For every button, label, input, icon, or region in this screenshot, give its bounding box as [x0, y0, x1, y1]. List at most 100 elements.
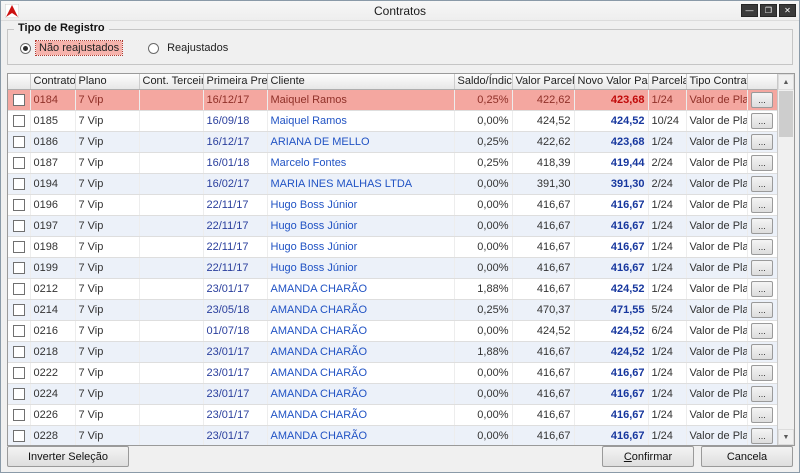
table-row[interactable]: 0228 7 Vip 23/01/17 AMANDA CHARÃO 0,00% …	[8, 425, 778, 445]
row-checkbox[interactable]	[13, 93, 25, 106]
header-row: Contrato Plano Cont. Terceiro Primeira P…	[8, 74, 778, 90]
row-detail-button[interactable]: ...	[751, 112, 773, 129]
cell-valor-parcela: 424,52	[512, 110, 575, 132]
row-checkbox[interactable]	[13, 114, 25, 127]
cell-valor-parcela: 418,39	[512, 152, 575, 174]
cell-cont-terceiro	[139, 89, 204, 111]
column-header-saldo-indice[interactable]: Saldo/Índice	[454, 74, 513, 90]
row-detail-button[interactable]: ...	[751, 301, 773, 318]
row-detail-button[interactable]: ...	[751, 364, 773, 381]
row-checkbox[interactable]	[13, 177, 25, 190]
table-row[interactable]: 0186 7 Vip 16/12/17 ARIANA DE MELLO 0,25…	[8, 131, 778, 153]
row-detail-button[interactable]: ...	[751, 196, 773, 213]
vertical-scrollbar[interactable]: ▲ ▼	[777, 74, 794, 445]
column-header-cliente[interactable]: Cliente	[267, 74, 455, 90]
column-header-cont-terceiro[interactable]: Cont. Terceiro	[139, 74, 204, 90]
cell-parcelas: 1/24	[648, 215, 687, 237]
scroll-up-icon[interactable]: ▲	[778, 74, 794, 90]
cell-plano: 7 Vip	[75, 362, 140, 384]
cell-cont-terceiro	[139, 236, 204, 258]
cell-saldo-indice: 0,00%	[454, 425, 513, 445]
row-detail-button[interactable]: ...	[751, 259, 773, 276]
table-row[interactable]: 0222 7 Vip 23/01/17 AMANDA CHARÃO 0,00% …	[8, 362, 778, 384]
row-checkbox[interactable]	[13, 261, 25, 274]
table-row[interactable]: 0199 7 Vip 22/11/17 Hugo Boss Júnior 0,0…	[8, 257, 778, 279]
maximize-icon[interactable]: ❐	[760, 4, 777, 17]
table-row[interactable]: 0218 7 Vip 23/01/17 AMANDA CHARÃO 1,88% …	[8, 341, 778, 363]
table-row[interactable]: 0187 7 Vip 16/01/18 Marcelo Fontes 0,25%…	[8, 152, 778, 174]
radio-reajustados[interactable]: Reajustados	[148, 41, 231, 55]
row-checkbox[interactable]	[13, 240, 25, 253]
cell-novo-valor-parcela: 416,67	[574, 236, 649, 258]
row-detail-button[interactable]: ...	[751, 322, 773, 339]
cell-plano: 7 Vip	[75, 89, 140, 111]
column-header-novo-valor-parcela[interactable]: Novo Valor Parcela	[574, 74, 649, 90]
close-icon[interactable]: ✕	[779, 4, 796, 17]
cell-saldo-indice: 0,00%	[454, 194, 513, 216]
cell-valor-parcela: 422,62	[512, 131, 575, 153]
cancel-button[interactable]: Cancela	[701, 446, 793, 467]
row-detail-button[interactable]: ...	[751, 280, 773, 297]
cell-contrato: 0218	[30, 341, 76, 363]
row-checkbox[interactable]	[13, 156, 25, 169]
row-checkbox[interactable]	[13, 408, 25, 421]
column-header-primeira-prev[interactable]: Primeira Prev.	[203, 74, 268, 90]
table-row[interactable]: 0198 7 Vip 22/11/17 Hugo Boss Júnior 0,0…	[8, 236, 778, 258]
cell-contrato: 0228	[30, 425, 76, 445]
cell-cliente: AMANDA CHARÃO	[267, 383, 455, 405]
table-row[interactable]: 0212 7 Vip 23/01/17 AMANDA CHARÃO 1,88% …	[8, 278, 778, 300]
table-row[interactable]: 0216 7 Vip 01/07/18 AMANDA CHARÃO 0,00% …	[8, 320, 778, 342]
column-header-tipo-contrato[interactable]: Tipo Contrato	[686, 74, 748, 90]
table-row[interactable]: 0194 7 Vip 16/02/17 MARIA INES MALHAS LT…	[8, 173, 778, 195]
window-title: Contratos	[373, 3, 427, 18]
column-header-parcelas[interactable]: Parcelas	[648, 74, 687, 90]
table-row[interactable]: 0184 7 Vip 16/12/17 Maiquel Ramos 0,25% …	[8, 89, 778, 111]
row-checkbox[interactable]	[13, 387, 25, 400]
cell-actions: ...	[747, 110, 778, 132]
cell-plano: 7 Vip	[75, 131, 140, 153]
row-checkbox[interactable]	[13, 282, 25, 295]
row-detail-button[interactable]: ...	[751, 406, 773, 423]
row-detail-button[interactable]: ...	[751, 154, 773, 171]
radio-nao-reajustados[interactable]: Não reajustados	[20, 40, 124, 56]
row-detail-button[interactable]: ...	[751, 427, 773, 444]
table-row[interactable]: 0226 7 Vip 23/01/17 AMANDA CHARÃO 0,00% …	[8, 404, 778, 426]
row-checkbox[interactable]	[13, 219, 25, 232]
cell-valor-parcela: 416,67	[512, 236, 575, 258]
cell-parcelas: 1/24	[648, 341, 687, 363]
table-row[interactable]: 0224 7 Vip 23/01/17 AMANDA CHARÃO 0,00% …	[8, 383, 778, 405]
column-header-valor-parcela[interactable]: Valor Parcela	[512, 74, 575, 90]
row-detail-button[interactable]: ...	[751, 238, 773, 255]
column-header-contrato[interactable]: Contrato	[30, 74, 76, 90]
confirm-button[interactable]: Confirmar	[602, 446, 694, 467]
table-row[interactable]: 0214 7 Vip 23/05/18 AMANDA CHARÃO 0,25% …	[8, 299, 778, 321]
row-checkbox[interactable]	[13, 429, 25, 442]
cell-actions: ...	[747, 404, 778, 426]
row-checkbox[interactable]	[13, 324, 25, 337]
table-row[interactable]: 0196 7 Vip 22/11/17 Hugo Boss Júnior 0,0…	[8, 194, 778, 216]
column-header-plano[interactable]: Plano	[75, 74, 140, 90]
cell-novo-valor-parcela: 419,44	[574, 152, 649, 174]
row-checkbox[interactable]	[13, 345, 25, 358]
minimize-icon[interactable]: —	[741, 4, 758, 17]
row-checkbox[interactable]	[13, 135, 25, 148]
table-row[interactable]: 0185 7 Vip 16/09/18 Maiquel Ramos 0,00% …	[8, 110, 778, 132]
row-detail-button[interactable]: ...	[751, 133, 773, 150]
scroll-down-icon[interactable]: ▼	[778, 429, 794, 445]
row-detail-button[interactable]: ...	[751, 217, 773, 234]
row-detail-button[interactable]: ...	[751, 385, 773, 402]
row-detail-button[interactable]: ...	[751, 91, 773, 108]
row-detail-button[interactable]: ...	[751, 343, 773, 360]
row-checkbox[interactable]	[13, 198, 25, 211]
cell-cont-terceiro	[139, 278, 204, 300]
invert-selection-button[interactable]: Inverter Seleção	[7, 446, 129, 467]
cell-valor-parcela: 391,30	[512, 173, 575, 195]
table-row[interactable]: 0197 7 Vip 22/11/17 Hugo Boss Júnior 0,0…	[8, 215, 778, 237]
row-checkbox[interactable]	[13, 303, 25, 316]
row-checkbox[interactable]	[13, 366, 25, 379]
cell-tipo-contrato: Valor de Plano	[686, 425, 748, 445]
scrollbar-thumb[interactable]	[779, 91, 793, 137]
cell-parcelas: 2/24	[648, 173, 687, 195]
column-header-checkbox	[8, 74, 31, 90]
row-detail-button[interactable]: ...	[751, 175, 773, 192]
